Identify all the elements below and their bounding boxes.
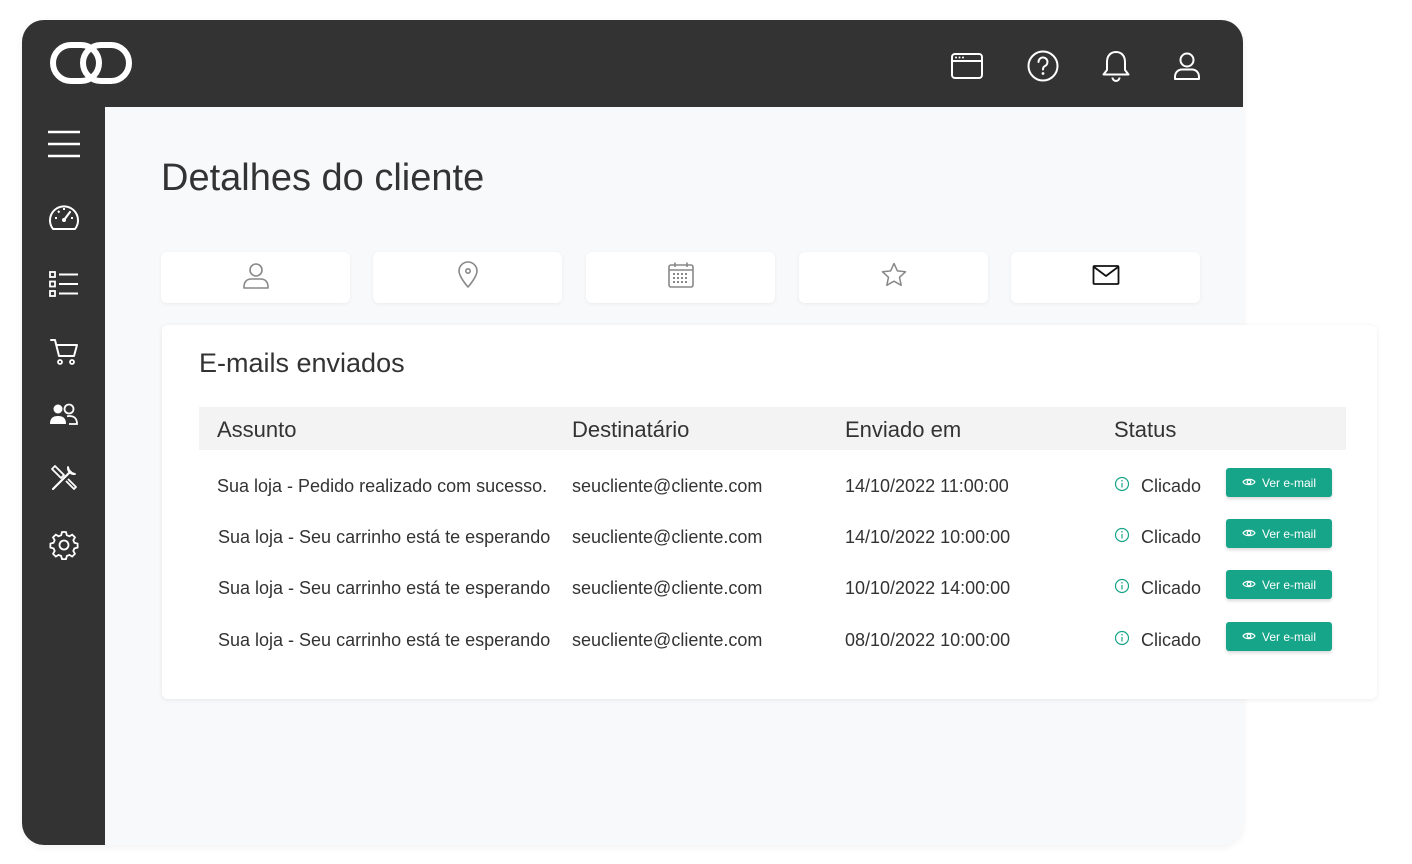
email-subject: Sua loja - Seu carrinho está te esperand… xyxy=(218,630,551,650)
email-status: Clicado xyxy=(1114,476,1201,497)
column-header-sent-at: Enviado em xyxy=(845,417,962,442)
calendar-icon xyxy=(667,261,695,294)
info-icon xyxy=(1114,578,1130,599)
column-header-subject: Assunto xyxy=(217,417,297,442)
cart-icon[interactable] xyxy=(43,331,85,373)
view-email-button[interactable]: Ver e-mail xyxy=(1226,622,1332,651)
table-row: Sua loja - Seu carrinho está te esperand… xyxy=(162,569,1377,609)
table-row: Sua loja - Pedido realizado com sucesso.… xyxy=(162,467,1377,507)
top-bar xyxy=(22,20,1243,107)
status-text: Clicado xyxy=(1141,578,1202,598)
eye-icon xyxy=(1242,630,1256,644)
email-status: Clicado xyxy=(1114,630,1201,651)
email-subject: Sua loja - Seu carrinho está te esperand… xyxy=(218,578,551,598)
status-text: Clicado xyxy=(1141,476,1202,496)
email-recipient: seucliente@cliente.com xyxy=(572,527,763,547)
status-text: Clicado xyxy=(1141,527,1202,547)
users-icon[interactable] xyxy=(43,394,85,436)
email-sent-at: 10/10/2022 14:00:00 xyxy=(845,578,1011,598)
dashboard-gauge-icon[interactable] xyxy=(43,197,85,239)
email-recipient: seucliente@cliente.com xyxy=(572,578,763,598)
mail-icon xyxy=(1092,264,1120,291)
bell-icon[interactable] xyxy=(1096,46,1136,86)
tab-address[interactable] xyxy=(373,252,562,303)
eye-icon xyxy=(1242,578,1256,592)
email-status: Clicado xyxy=(1114,578,1201,599)
email-sent-at: 14/10/2022 11:00:00 xyxy=(845,476,1009,496)
info-icon xyxy=(1114,476,1130,497)
email-status: Clicado xyxy=(1114,527,1201,548)
menu-icon[interactable] xyxy=(43,123,85,165)
email-recipient: seucliente@cliente.com xyxy=(572,476,763,496)
location-pin-icon xyxy=(456,261,480,294)
sidebar xyxy=(22,107,105,845)
email-sent-at: 14/10/2022 10:00:00 xyxy=(845,527,1011,547)
table-header: Assunto Destinatário Enviado em Status xyxy=(199,407,1346,450)
email-recipient: seucliente@cliente.com xyxy=(572,630,763,650)
email-subject: Sua loja - Pedido realizado com sucesso. xyxy=(217,476,548,496)
gear-icon[interactable] xyxy=(43,524,85,566)
view-email-label: Ver e-mail xyxy=(1261,475,1317,490)
section-title: E-mails enviados xyxy=(199,348,405,378)
view-email-label: Ver e-mail xyxy=(1261,629,1317,644)
info-icon xyxy=(1114,527,1130,548)
user-icon[interactable] xyxy=(1167,46,1207,86)
table-row: Sua loja - Seu carrinho está te esperand… xyxy=(162,621,1377,661)
tab-calendar[interactable] xyxy=(586,252,775,303)
eye-icon xyxy=(1242,476,1256,490)
emails-card: E-mails enviados Assunto Destinatário En… xyxy=(162,325,1377,699)
link-logo-icon[interactable] xyxy=(50,42,132,89)
tab-favorites[interactable] xyxy=(799,252,988,303)
help-circle-icon[interactable] xyxy=(1023,46,1063,86)
status-text: Clicado xyxy=(1141,630,1202,650)
view-email-label: Ver e-mail xyxy=(1261,526,1317,541)
tab-emails[interactable] xyxy=(1011,252,1200,303)
email-sent-at: 08/10/2022 10:00:00 xyxy=(845,630,1011,650)
column-header-recipient: Destinatário xyxy=(572,417,690,442)
list-icon[interactable] xyxy=(43,263,85,305)
info-icon xyxy=(1114,630,1130,651)
view-email-label: Ver e-mail xyxy=(1261,577,1317,592)
browser-window-icon[interactable] xyxy=(947,46,987,86)
page-title: Detalhes do cliente xyxy=(161,157,485,199)
tools-icon[interactable] xyxy=(43,457,85,499)
view-email-button[interactable]: Ver e-mail xyxy=(1226,468,1332,497)
column-header-status: Status xyxy=(1114,417,1177,442)
view-email-button[interactable]: Ver e-mail xyxy=(1226,519,1332,548)
view-email-button[interactable]: Ver e-mail xyxy=(1226,570,1332,599)
star-icon xyxy=(880,261,908,294)
eye-icon xyxy=(1242,527,1256,541)
tab-personal-data[interactable] xyxy=(161,252,350,303)
email-subject: Sua loja - Seu carrinho está te esperand… xyxy=(218,527,551,547)
user-icon xyxy=(242,261,270,294)
table-row: Sua loja - Seu carrinho está te esperand… xyxy=(162,518,1377,558)
